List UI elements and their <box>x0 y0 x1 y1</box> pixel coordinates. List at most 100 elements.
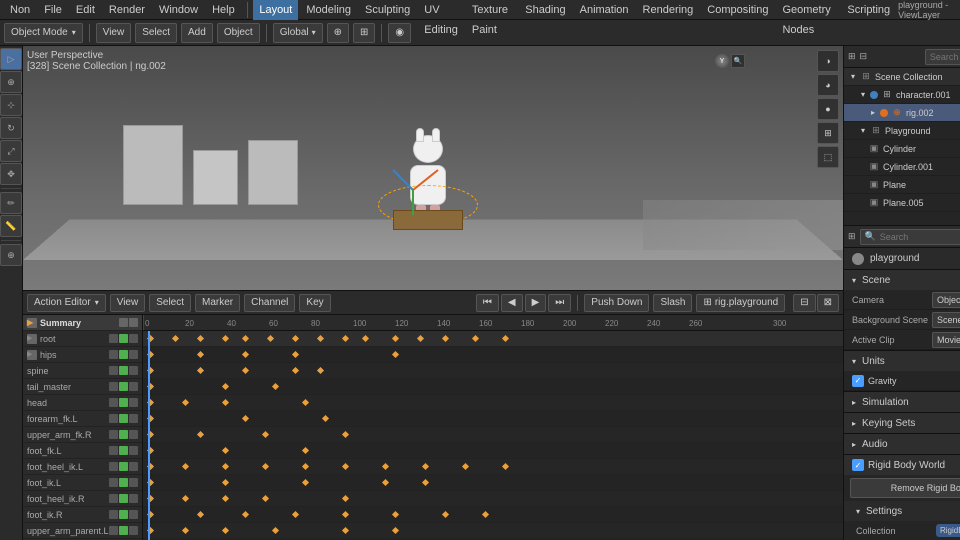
scene-section-header[interactable]: ▾ Scene <box>844 270 960 290</box>
tree-playground[interactable]: ▾ ⊞ Playground 👁 ⊙ ◎ <box>844 122 960 140</box>
track-pin-root[interactable] <box>129 334 138 343</box>
menu-render[interactable]: Render <box>103 0 151 20</box>
track-pin-foot-heel-r[interactable] <box>129 494 138 503</box>
track-pin-upper-arm-fk[interactable] <box>129 430 138 439</box>
object-mode-dropdown[interactable]: Object Mode ▾ <box>4 23 83 43</box>
workspace-uv-editing[interactable]: UV Editing <box>418 0 464 20</box>
editor-type-dropdown[interactable]: Action Editor ▾ <box>27 294 106 312</box>
track-foot-ik-l[interactable]: foot_ik.L <box>23 475 142 491</box>
track-eye-hips[interactable] <box>119 350 128 359</box>
workspace-sculpting[interactable]: Sculpting <box>359 0 416 20</box>
scene-canvas[interactable] <box>23 46 843 290</box>
view-menu-btn[interactable]: View <box>96 23 132 43</box>
track-pin-tail[interactable] <box>129 382 138 391</box>
track-forearm-fk-l[interactable]: forearm_fk.L <box>23 411 142 427</box>
track-foot-ik-r[interactable]: foot_ik.R <box>23 507 142 523</box>
workspace-scripting[interactable]: Scripting <box>841 0 896 20</box>
rigid-body-header[interactable]: ✓ Rigid Body World <box>844 455 960 475</box>
remove-rigid-body-btn[interactable]: Remove Rigid Body World <box>850 478 960 498</box>
rigid-body-checkbox[interactable]: ✓ <box>852 459 864 471</box>
track-lock-summary[interactable] <box>119 318 128 327</box>
track-eye-foot-fk[interactable] <box>119 446 128 455</box>
menu-file[interactable]: File <box>38 0 68 20</box>
gizmo-sphere[interactable]: Y <box>715 54 729 68</box>
pivot-btn[interactable]: ⊕ <box>327 23 349 43</box>
menu-window[interactable]: Window <box>153 0 204 20</box>
track-lock-root[interactable] <box>109 334 118 343</box>
next-keyframe-btn[interactable]: ⏭ <box>548 294 571 312</box>
viewport-shading-render[interactable]: ● <box>817 98 839 120</box>
tree-plane-005[interactable]: ▣ Plane.005 👁 ⊙ ◎ <box>844 194 960 212</box>
track-pin-forearm[interactable] <box>129 414 138 423</box>
outliner-search-input[interactable] <box>925 49 960 65</box>
simulation-section-header[interactable]: ▸ Simulation <box>844 392 960 412</box>
track-lock-upper-arm-fk[interactable] <box>109 430 118 439</box>
tree-scene-collection[interactable]: ▾ ⊞ Scene Collection <box>844 68 960 86</box>
track-pin-foot-fk[interactable] <box>129 446 138 455</box>
track-lock-ua-parent-l[interactable] <box>109 526 118 535</box>
track-lock-foot-heel-r[interactable] <box>109 494 118 503</box>
track-foot-fk-l[interactable]: foot_fk.L <box>23 443 142 459</box>
track-lock-foot-ik-l[interactable] <box>109 478 118 487</box>
scale-tool-btn[interactable]: ⤢ <box>0 140 22 162</box>
tree-plane[interactable]: ▣ Plane 👁 ⊙ ◎ <box>844 176 960 194</box>
track-pin-foot-ik-r[interactable] <box>129 510 138 519</box>
track-eye-spine[interactable] <box>119 366 128 375</box>
select-menu-btn[interactable]: Select <box>135 23 177 43</box>
track-eye-root[interactable] <box>119 334 128 343</box>
track-lock-head[interactable] <box>109 398 118 407</box>
transform-global-dropdown[interactable]: Global ▾ <box>273 23 323 43</box>
timeline-marker-btn[interactable]: Marker <box>195 294 240 312</box>
track-lock-foot-heel-l[interactable] <box>109 462 118 471</box>
workspace-compositing[interactable]: Compositing <box>701 0 774 20</box>
track-hips[interactable]: ▶ hips <box>23 347 142 363</box>
track-summary[interactable]: ▶ Summary <box>23 315 142 331</box>
track-foot-heel-ik-l[interactable]: foot_heel_ik.L <box>23 459 142 475</box>
prev-keyframe-btn[interactable]: ⏮ <box>476 294 499 312</box>
tree-character-001[interactable]: ▾ ⊞ character.001 👁 ⊙ ◎ <box>844 86 960 104</box>
menu-edit[interactable]: Edit <box>70 0 101 20</box>
track-eye-foot-heel-l[interactable] <box>119 462 128 471</box>
transform-tool-btn[interactable]: ✥ <box>0 163 22 185</box>
cursor-tool-btn[interactable]: ⊕ <box>0 71 22 93</box>
track-eye-upper-arm-fk[interactable] <box>119 430 128 439</box>
track-upper-arm-parent-l[interactable]: upper_arm_parent.L <box>23 523 142 539</box>
track-root[interactable]: ▶ root <box>23 331 142 347</box>
track-lock-foot-ik-r[interactable] <box>109 510 118 519</box>
add-menu-btn[interactable]: Add <box>181 23 213 43</box>
select-tool-btn[interactable]: ▷ <box>0 48 22 70</box>
play-btn[interactable]: ▶ <box>525 294 547 312</box>
track-eye-ua-parent-l[interactable] <box>119 526 128 535</box>
track-eye-foot-ik-r[interactable] <box>119 510 128 519</box>
track-pin-head[interactable] <box>129 398 138 407</box>
action-name-field[interactable]: ⊞ rig.playground <box>696 294 785 312</box>
snap-btn[interactable]: ⊞ <box>353 23 375 43</box>
timeline-key-btn[interactable]: Key <box>299 294 330 312</box>
workspace-animation[interactable]: Animation <box>574 0 635 20</box>
properties-search[interactable]: 🔍 <box>860 229 960 245</box>
viewport-xray-toggle[interactable]: ⬚ <box>817 146 839 168</box>
track-eye-tail[interactable] <box>119 382 128 391</box>
3d-viewport[interactable]: User Perspective [328] Scene Collection … <box>23 46 843 291</box>
track-pin-foot-ik-l[interactable] <box>129 478 138 487</box>
timeline-select-btn[interactable]: Select <box>149 294 191 312</box>
camera-value[interactable]: Object <box>932 292 960 308</box>
play-reverse-btn[interactable]: ◀ <box>501 294 523 312</box>
units-section-header[interactable]: ▾ Units <box>844 351 960 371</box>
track-lock-spine[interactable] <box>109 366 118 375</box>
measure-tool-btn[interactable]: 📏 <box>0 215 22 237</box>
active-clip-value[interactable]: Movie Clip <box>932 332 960 348</box>
track-foot-heel-ik-r[interactable]: foot_heel_ik.R <box>23 491 142 507</box>
add-tool-btn[interactable]: ⊕ <box>0 244 22 266</box>
workspace-modeling[interactable]: Modeling <box>300 0 357 20</box>
track-lock-foot-fk[interactable] <box>109 446 118 455</box>
push-down-btn[interactable]: Push Down <box>584 294 649 312</box>
workspace-layout[interactable]: Layout <box>253 0 298 20</box>
workspace-geometry-nodes[interactable]: Geometry Nodes <box>776 0 839 20</box>
viewport-shading-solid[interactable]: ◑ <box>817 50 839 72</box>
track-tail-master[interactable]: tail_master <box>23 379 142 395</box>
rigid-settings-header[interactable]: ▾ Settings <box>844 501 960 521</box>
track-eye-foot-ik-l[interactable] <box>119 478 128 487</box>
gizmo-zoom[interactable]: 🔍 <box>731 54 745 68</box>
track-lock-tail[interactable] <box>109 382 118 391</box>
